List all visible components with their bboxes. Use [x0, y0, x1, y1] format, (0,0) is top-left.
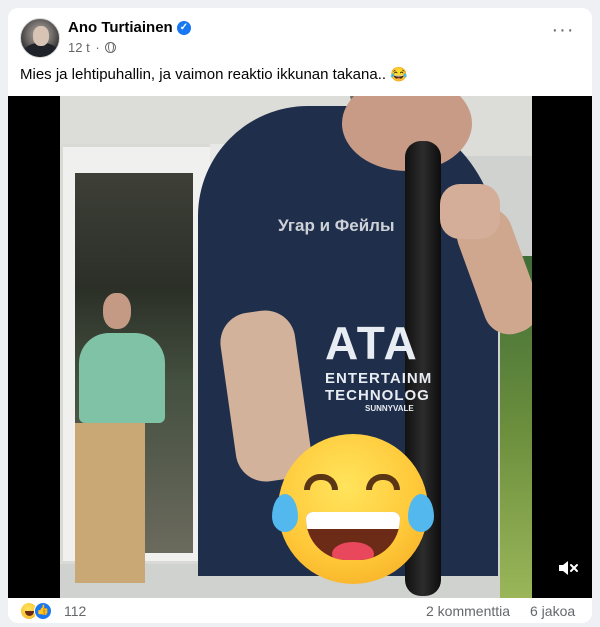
door-glass: [75, 173, 193, 583]
shirt-print-line-4: SUNNYVALE: [365, 404, 414, 413]
speaker-muted-icon[interactable]: [556, 556, 580, 580]
shirt-print-line-3: TECHNOLOG: [325, 387, 430, 404]
post-card: Ano Turtiainen ✓ 12 t · ··· Mies ja leht…: [8, 8, 592, 623]
man-hand: [440, 184, 500, 239]
post-text-body: Mies ja lehtipuhallin, ja vaimon reaktio…: [20, 66, 387, 83]
comments-count[interactable]: 2 kommenttia: [426, 603, 510, 619]
emoji-tongue: [332, 542, 374, 560]
woman-head: [103, 293, 131, 329]
emoji-left-tear: [272, 494, 298, 532]
post-text: Mies ja lehtipuhallin, ja vaimon reaktio…: [20, 66, 408, 83]
post-meta: 12 t ·: [68, 40, 117, 55]
like-reaction-icon: 👍: [34, 602, 52, 620]
globe-icon: [105, 42, 117, 53]
shirt-print-line-2: ENTERTAINM: [325, 370, 433, 387]
author-name[interactable]: Ano Turtiainen: [68, 19, 173, 36]
video-player[interactable]: ATA ENTERTAINM TECHNOLOG SUNNYVALE Угар …: [8, 96, 592, 598]
reaction-count: 112: [64, 603, 87, 619]
shirt-print-line-1: ATA: [325, 317, 419, 369]
woman-body: [79, 333, 165, 423]
video-door: [60, 144, 215, 583]
emoji-mouth: [306, 512, 400, 560]
author-avatar[interactable]: [20, 18, 60, 58]
cardboard-box: [75, 423, 145, 583]
emoji-teeth: [306, 512, 400, 529]
video-watermark: Угар и Фейлы: [278, 216, 395, 235]
post-time[interactable]: 12 t: [68, 40, 90, 55]
meta-separator: ·: [95, 40, 100, 55]
emoji-right-eye: [366, 474, 400, 490]
emoji-left-eye: [304, 474, 338, 490]
shares-count[interactable]: 6 jakoa: [530, 603, 575, 619]
laughing-emoji-icon: [272, 434, 434, 584]
emoji-right-tear: [408, 494, 434, 532]
shirt-print: ATA ENTERTAINM TECHNOLOG SUNNYVALE: [325, 276, 432, 413]
avatar-face: [33, 26, 49, 46]
post-text-emoji: 😂: [390, 66, 408, 82]
verified-badge-icon: ✓: [177, 21, 191, 35]
video-frame: ATA ENTERTAINM TECHNOLOG SUNNYVALE Угар …: [60, 96, 532, 598]
more-options-button[interactable]: ···: [548, 20, 578, 43]
